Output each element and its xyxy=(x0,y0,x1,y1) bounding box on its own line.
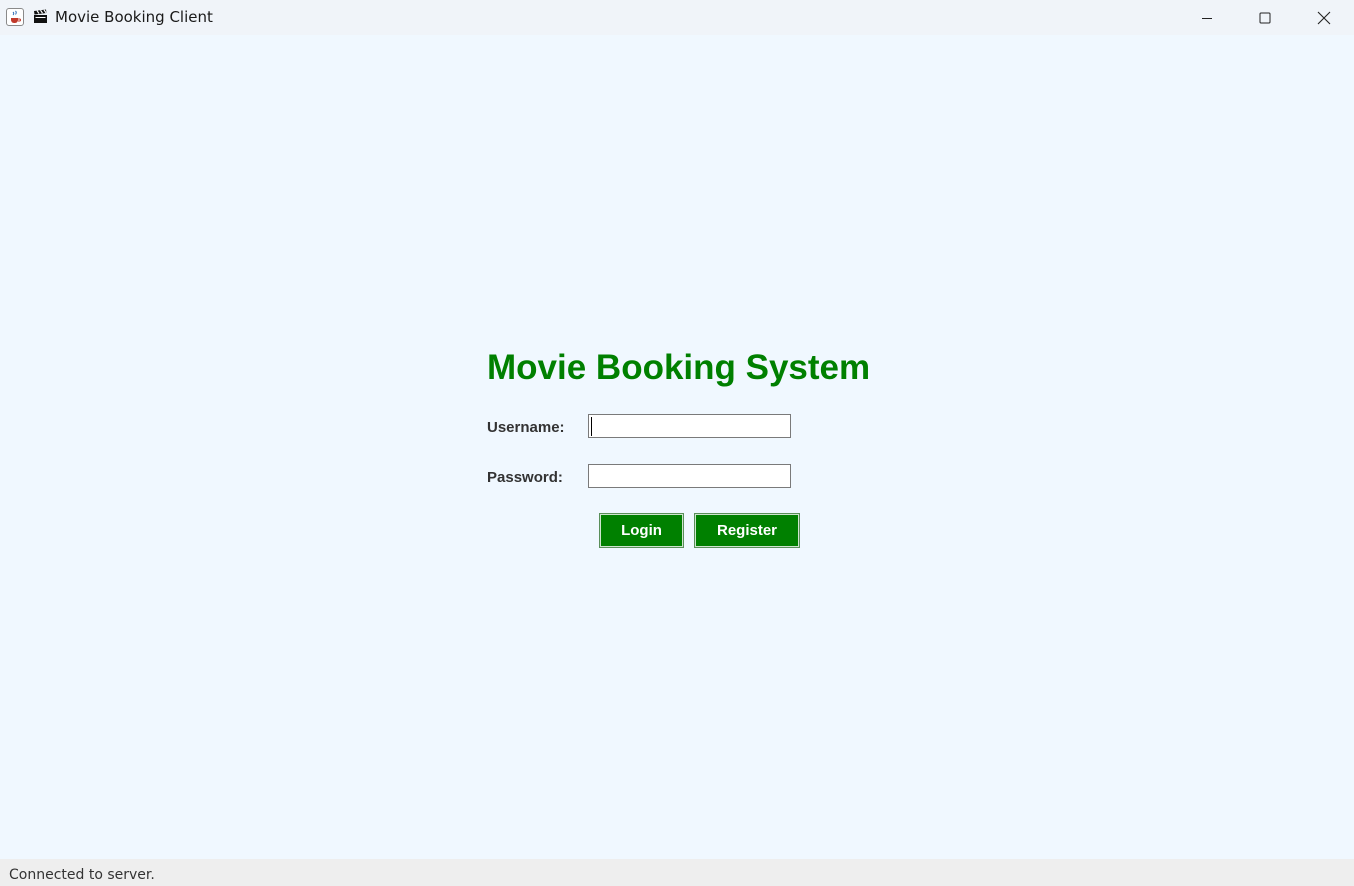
login-button[interactable]: Login xyxy=(599,513,684,548)
app-window: Movie Booking Client Movie Booking Syste… xyxy=(0,0,1354,886)
maximize-icon xyxy=(1259,12,1271,23)
minimize-icon xyxy=(1202,17,1212,19)
title-bar[interactable]: Movie Booking Client xyxy=(0,0,1354,35)
password-label: Password: xyxy=(487,469,563,486)
password-field[interactable] xyxy=(588,464,791,488)
clapper-board-icon xyxy=(33,9,48,24)
register-button[interactable]: Register xyxy=(694,513,800,548)
username-label: Username: xyxy=(487,419,565,436)
text-caret xyxy=(591,417,592,436)
window-title: Movie Booking Client xyxy=(55,8,213,26)
username-field[interactable] xyxy=(588,414,791,438)
maximize-button[interactable] xyxy=(1236,0,1294,35)
page-title: Movie Booking System xyxy=(487,348,871,387)
close-button[interactable] xyxy=(1295,0,1353,35)
java-cup-icon[interactable] xyxy=(6,8,24,26)
close-icon xyxy=(1317,11,1331,24)
status-bar: Connected to server. xyxy=(0,859,1354,886)
status-text: Connected to server. xyxy=(9,867,155,883)
minimize-button[interactable] xyxy=(1178,0,1236,35)
